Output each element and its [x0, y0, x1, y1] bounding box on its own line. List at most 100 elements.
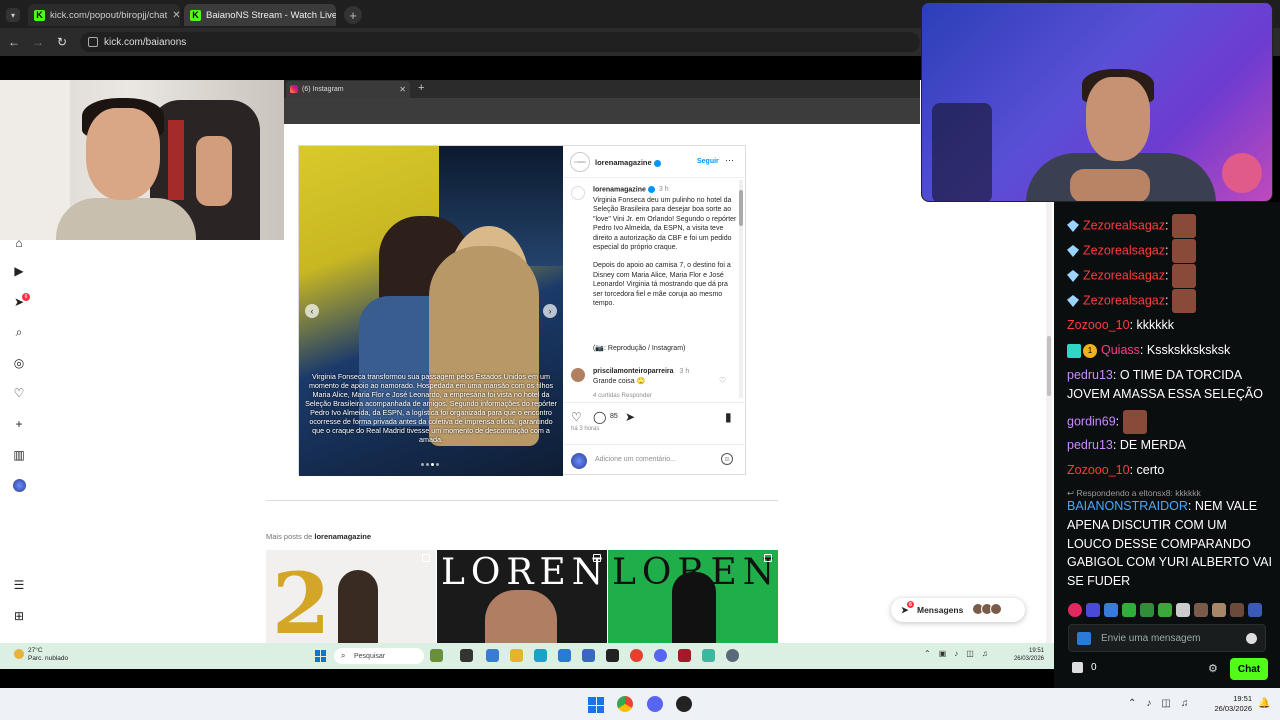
obs-icon[interactable] — [676, 696, 692, 712]
app-icon[interactable] — [678, 649, 691, 662]
chrome-icon[interactable] — [630, 649, 643, 662]
reels-icon[interactable]: ▶ — [12, 264, 26, 278]
emote-icon[interactable] — [1248, 603, 1262, 617]
emote-icon[interactable] — [1212, 603, 1226, 617]
follow-button[interactable]: Seguir — [697, 158, 719, 165]
emote-icon[interactable] — [1158, 603, 1172, 617]
chevron-up-icon[interactable]: ⌃ — [924, 649, 931, 658]
taskbar-search[interactable]: ⌕ Pesquisar — [334, 648, 424, 664]
app-icon[interactable] — [582, 649, 595, 662]
create-icon[interactable]: + — [12, 417, 26, 431]
notification-icon[interactable]: 🔔 — [1258, 698, 1270, 709]
search-icon[interactable]: ⌕ — [12, 325, 26, 339]
task-view-icon[interactable] — [460, 649, 473, 662]
post-avatar[interactable]: LORENA — [570, 152, 590, 172]
chevron-up-icon[interactable]: ⌃ — [1128, 698, 1136, 709]
emote-icon[interactable] — [1140, 603, 1154, 617]
bookmark-icon[interactable]: ▮ — [725, 410, 732, 424]
apps-icon[interactable]: ⊞ — [12, 609, 26, 623]
network-icon[interactable]: ◫ — [966, 649, 974, 658]
profile-avatar[interactable] — [13, 479, 26, 492]
close-icon[interactable]: ✕ — [399, 85, 406, 94]
volume-icon[interactable]: ♫ — [1181, 698, 1189, 709]
volume-icon[interactable]: ♫ — [982, 649, 988, 658]
share-icon[interactable]: ➤ — [625, 410, 635, 424]
post-thumbnail[interactable]: LORENA — [437, 550, 607, 643]
chat-username[interactable]: Zezorealsagaz — [1083, 243, 1165, 257]
more-options-icon[interactable]: ··· — [725, 155, 734, 165]
emoji-icon[interactable]: ☺ — [721, 453, 733, 465]
forward-icon[interactable]: → — [30, 34, 46, 50]
gear-icon[interactable]: ⚙ — [1208, 662, 1218, 675]
host-clock[interactable]: 19:51 26/03/2026 — [1206, 694, 1252, 714]
post-username[interactable]: lorenamagazine — [595, 158, 661, 167]
instagram-tab[interactable]: (6) Instagram ✕ — [286, 81, 410, 98]
camera-icon[interactable]: ▣ — [939, 649, 947, 658]
menu-icon[interactable]: ☰ — [12, 578, 26, 592]
chrome-icon[interactable] — [617, 696, 633, 712]
windows-start-icon[interactable] — [588, 697, 604, 713]
points-display[interactable]: 0 — [1072, 662, 1097, 673]
chat-username[interactable]: Zozooo_10 — [1067, 318, 1130, 332]
close-icon[interactable]: ✕ — [172, 10, 180, 21]
comment-username[interactable]: priscilamonteiroparreira 3 h — [593, 368, 689, 375]
network-icon[interactable]: ◫ — [1161, 698, 1170, 709]
microphone-icon[interactable]: ♪ — [1146, 698, 1151, 709]
store-icon[interactable] — [558, 649, 571, 662]
emote-icon[interactable] — [1176, 603, 1190, 617]
dashboard-icon[interactable]: ▥ — [12, 448, 26, 462]
chat-input[interactable]: Envie uma mensagem — [1068, 624, 1266, 652]
chat-username[interactable]: gordin69 — [1067, 414, 1116, 428]
like-comment-icon[interactable]: ♡ — [719, 376, 726, 385]
tab-kick-chat[interactable]: K kick.com/popout/biropjj/chat ✕ — [28, 4, 180, 26]
chevron-right-icon[interactable]: › — [543, 304, 557, 318]
new-tab-button[interactable]: + — [344, 6, 362, 24]
post-thumbnail[interactable]: 2 — [266, 550, 436, 643]
page-scrollbar-thumb[interactable] — [1047, 336, 1051, 396]
weather-widget[interactable]: 27°C Parc. nublado — [14, 647, 68, 663]
comment-meta[interactable]: 4 curtidas Responder — [593, 392, 652, 399]
heart-icon[interactable]: ♡ — [12, 386, 26, 400]
emote-icon[interactable] — [1068, 603, 1082, 617]
address-bar[interactable]: kick.com/baianons — [80, 32, 920, 52]
windows-start-icon[interactable] — [315, 650, 327, 662]
comment-input[interactable]: Adicione um comentário... — [595, 456, 676, 463]
settings-icon[interactable] — [726, 649, 739, 662]
emote-icon[interactable] — [1194, 603, 1208, 617]
emote-icon[interactable] — [1086, 603, 1100, 617]
chevron-left-icon[interactable]: ‹ — [305, 304, 319, 318]
chat-username[interactable]: pedru13 — [1067, 368, 1113, 382]
emote-icon[interactable] — [1104, 603, 1118, 617]
comment-icon[interactable]: ◯ — [593, 410, 606, 424]
emote-icon[interactable] — [1122, 603, 1136, 617]
reload-icon[interactable]: ↻ — [54, 34, 70, 50]
discord-icon[interactable] — [654, 649, 667, 662]
send-chat-button[interactable]: Chat — [1230, 658, 1268, 680]
chat-username[interactable]: Zezorealsagaz — [1083, 268, 1165, 282]
edge-icon[interactable] — [534, 649, 547, 662]
emoji-icon[interactable] — [1246, 633, 1257, 644]
chat-username[interactable]: Quiass — [1101, 343, 1140, 357]
tab-baianons-stream[interactable]: K BaianoNS Stream - Watch Live ✕ — [184, 4, 336, 26]
file-explorer-icon[interactable] — [510, 649, 523, 662]
explore-icon[interactable]: ◎ — [12, 356, 26, 370]
microphone-icon[interactable]: ♪ — [954, 649, 958, 658]
app-icon[interactable] — [430, 649, 443, 662]
app-icon[interactable] — [486, 649, 499, 662]
caption-avatar[interactable] — [571, 186, 585, 200]
comment-avatar[interactable] — [571, 368, 585, 382]
chat-username[interactable]: Zozooo_10 — [1067, 463, 1130, 477]
chat-username[interactable]: BAIANONSTRAIDOR — [1067, 499, 1188, 513]
chat-username[interactable]: Zezorealsagaz — [1083, 293, 1165, 307]
tab-list-button[interactable]: ▾ — [6, 8, 20, 22]
discord-icon[interactable] — [647, 696, 663, 712]
chat-username[interactable]: pedru13 — [1067, 438, 1113, 452]
post-image[interactable]: Virginia Fonseca transformou sua passage… — [299, 146, 563, 476]
like-icon[interactable]: ♡ — [571, 410, 582, 424]
post-thumbnail[interactable]: LORENA — [608, 550, 778, 643]
messages-button[interactable]: ➤ 6 Mensagens — [891, 598, 1025, 622]
app-icon[interactable] — [606, 649, 619, 662]
scrollbar[interactable] — [739, 180, 743, 398]
inner-clock[interactable]: 19:51 26/03/2026 — [1004, 647, 1044, 663]
caption-username[interactable]: lorenamagazine 3 h — [593, 186, 669, 193]
